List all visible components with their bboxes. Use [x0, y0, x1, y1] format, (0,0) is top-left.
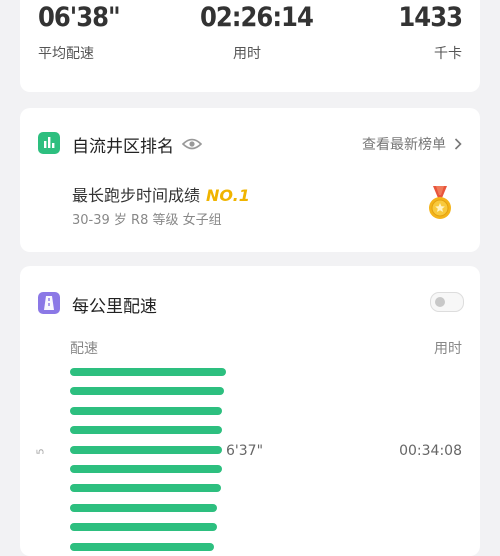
duration-value: 02:26:14 — [200, 2, 314, 33]
duration-label: 用时 — [233, 46, 261, 62]
view-latest-ranking-label: 查看最新榜单 — [362, 137, 446, 153]
chevron-right-icon — [454, 138, 462, 150]
view-latest-ranking-link[interactable]: 查看最新榜单 — [362, 134, 462, 154]
pace-bar — [70, 503, 217, 512]
record-title-text: 最长跑步时间成绩 — [72, 186, 201, 205]
road-icon — [38, 292, 60, 314]
ranking-card: 自流井区排名 查看最新榜单 最长跑步时间成绩 NO.1 30-39 岁 R8 等级… — [20, 108, 480, 252]
pace-bar — [70, 406, 222, 415]
record-title: 最长跑步时间成绩 NO.1 — [72, 182, 250, 206]
gold-medal-icon — [425, 186, 455, 222]
pace-bar — [70, 484, 221, 493]
pace-column-header: 配速 — [70, 341, 98, 357]
record-rank-badge: NO.1 — [206, 186, 250, 205]
record-subtitle: 30-39 岁 R8 等级 女子组 — [72, 213, 222, 228]
pace-bar — [70, 426, 222, 435]
pace-title: 每公里配速 — [72, 297, 157, 317]
pace-bar — [70, 465, 222, 473]
time-column-header: 用时 — [434, 341, 462, 357]
ranking-title: 自流井区排名 — [72, 137, 174, 157]
ranking-chart-icon — [38, 132, 60, 154]
highlight-row-time: 00:34:08 — [399, 443, 462, 459]
calories-value: 1433 — [398, 2, 463, 33]
pace-bar — [70, 542, 214, 551]
calories-label: 千卡 — [434, 46, 462, 62]
avg-pace-value: 06'38" — [38, 2, 121, 33]
pace-bar — [70, 387, 224, 396]
summary-stats-card: 06'38" 平均配速 02:26:14 用时 1433 千卡 — [20, 0, 480, 92]
pace-per-km-card: 每公里配速 配速 用时 5 6'37" 00:34:08 — [20, 266, 480, 556]
avg-pace-label: 平均配速 — [38, 46, 94, 62]
km-marker: 5 — [35, 448, 47, 455]
pace-toggle[interactable] — [430, 292, 464, 312]
eye-icon[interactable] — [181, 136, 203, 150]
highlight-row-pace: 6'37" — [226, 443, 264, 459]
toggle-knob — [435, 297, 445, 307]
pace-bar — [70, 445, 222, 454]
pace-bar — [70, 523, 217, 532]
pace-bar — [70, 368, 226, 376]
